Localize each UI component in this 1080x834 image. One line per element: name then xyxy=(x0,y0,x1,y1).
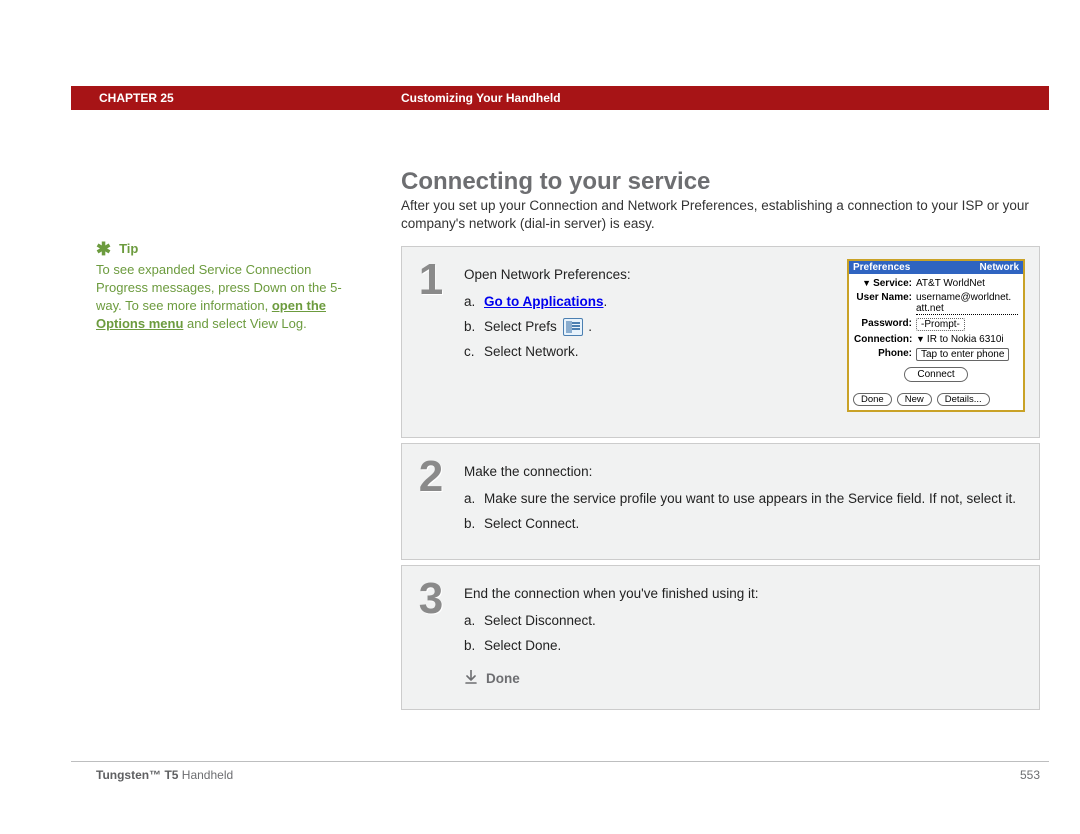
dropdown-icon: ▼ xyxy=(862,278,871,288)
prefs-icon xyxy=(563,318,583,336)
substep-text: Select Network. xyxy=(484,342,839,363)
step-number: 1 xyxy=(402,247,460,437)
product-name: Tungsten™ T5 Handheld xyxy=(96,768,233,782)
palm-title-right: Network xyxy=(980,262,1019,273)
substep: a. Go to Applications. xyxy=(464,292,839,313)
substep-letter: a. xyxy=(464,292,484,313)
substep-letter: b. xyxy=(464,514,484,535)
step-2: 2 Make the connection: a. Make sure the … xyxy=(401,443,1040,560)
substep-letter: a. xyxy=(464,489,484,510)
palm-username-field[interactable]: username@worldnet. att.net xyxy=(916,292,1018,315)
substep: c. Select Network. xyxy=(464,342,839,363)
tip-block: ✱ Tip To see expanded Service Connection… xyxy=(96,240,356,333)
done-arrow-icon xyxy=(464,670,478,691)
step-lead: Make the connection: xyxy=(464,462,1025,483)
tip-text-post: and select View Log. xyxy=(183,316,306,331)
substep-text: Select Prefs . xyxy=(484,317,839,338)
step-1: 1 Open Network Preferences: a. Go to App… xyxy=(401,246,1040,438)
palm-body: ▼Service: AT&T WorldNet User Name: usern… xyxy=(849,274,1023,390)
step-lead: Open Network Preferences: xyxy=(464,265,839,286)
palm-password-field[interactable]: -Prompt- xyxy=(916,318,1018,331)
substep-text: Make sure the service profile you want t… xyxy=(484,489,1025,510)
substep-letter: b. xyxy=(464,636,484,657)
footer-rule xyxy=(71,761,1049,762)
palm-service-value[interactable]: AT&T WorldNet xyxy=(916,278,1018,289)
substep-text: Select Done. xyxy=(484,636,1025,657)
chapter-title: Customizing Your Handheld xyxy=(401,91,561,105)
substep: a. Make sure the service profile you wan… xyxy=(464,489,1025,510)
page-footer: Tungsten™ T5 Handheld 553 xyxy=(96,768,1040,782)
palm-footer: Done New Details... xyxy=(849,390,1023,410)
page-number: 553 xyxy=(1020,768,1040,782)
substep-letter: b. xyxy=(464,317,484,338)
substep-text: Select Disconnect. xyxy=(484,611,1025,632)
substep: b. Select Connect. xyxy=(464,514,1025,535)
step-number: 3 xyxy=(402,566,460,710)
step-lead: End the connection when you've finished … xyxy=(464,584,1025,605)
chapter-label: CHAPTER 25 xyxy=(99,91,174,105)
palm-titlebar: Preferences Network xyxy=(849,261,1023,274)
substep: b. Select Prefs . xyxy=(464,317,839,338)
go-to-applications-link[interactable]: Go to Applications xyxy=(484,294,604,309)
substep-text: Select Connect. xyxy=(484,514,1025,535)
done-indicator: Done xyxy=(464,669,1025,690)
palm-new-button[interactable]: New xyxy=(897,393,932,406)
page-title: Connecting to your service xyxy=(401,168,710,196)
palm-screenshot: Preferences Network ▼Service: AT&T World… xyxy=(847,259,1025,412)
step-number: 2 xyxy=(402,444,460,559)
chapter-header: CHAPTER 25 Customizing Your Handheld xyxy=(71,86,1049,110)
substep-letter: a. xyxy=(464,611,484,632)
step-3: 3 End the connection when you've finishe… xyxy=(401,565,1040,711)
steps-container: 1 Open Network Preferences: a. Go to App… xyxy=(401,246,1040,710)
substep: a. Select Disconnect. xyxy=(464,611,1025,632)
dropdown-icon: ▼ xyxy=(916,334,925,344)
substep-letter: c. xyxy=(464,342,484,363)
tip-star-icon: ✱ xyxy=(96,240,111,258)
palm-details-button[interactable]: Details... xyxy=(937,393,990,406)
palm-phone-field[interactable]: Tap to enter phone xyxy=(916,348,1018,361)
done-label: Done xyxy=(486,669,520,690)
substep-text: Go to Applications. xyxy=(484,292,839,313)
step-body: End the connection when you've finished … xyxy=(460,566,1039,710)
palm-connection-value[interactable]: ▼IR to Nokia 6310i xyxy=(916,334,1018,345)
palm-title-left: Preferences xyxy=(853,262,910,273)
substep: b. Select Done. xyxy=(464,636,1025,657)
palm-done-button[interactable]: Done xyxy=(853,393,892,406)
tip-header: ✱ Tip xyxy=(96,240,356,258)
palm-connect-button[interactable]: Connect xyxy=(904,367,967,382)
tip-body: To see expanded Service Connection Progr… xyxy=(96,261,356,333)
tip-label: Tip xyxy=(119,240,138,258)
intro-paragraph: After you set up your Connection and Net… xyxy=(401,197,1040,233)
step-body: Make the connection: a. Make sure the se… xyxy=(460,444,1039,559)
